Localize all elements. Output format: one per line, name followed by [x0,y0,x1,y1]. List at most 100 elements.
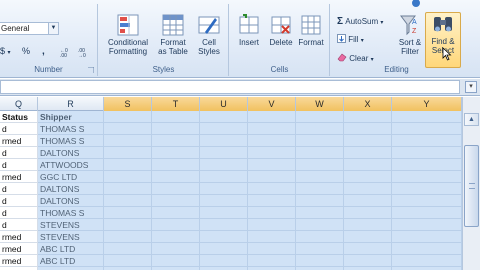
empty-cell[interactable] [104,147,152,159]
shipper-cell[interactable]: THOMAS S [38,123,104,135]
status-cell[interactable]: rmed [0,255,38,267]
empty-cell[interactable] [344,195,392,207]
clear-button[interactable]: Clear ▾ [337,53,374,63]
empty-cell[interactable] [200,159,248,171]
empty-cell[interactable] [248,207,296,219]
empty-cell[interactable] [248,147,296,159]
empty-cell[interactable] [152,123,200,135]
shipper-cell[interactable]: THOMAS S [38,135,104,147]
shipper-cell[interactable]: ATTWOODS [38,159,104,171]
empty-cell[interactable] [296,255,344,267]
empty-cell[interactable] [296,183,344,195]
empty-cell[interactable] [392,159,462,171]
scrollbar-thumb[interactable] [464,145,479,227]
shipper-cell[interactable]: STEVENS [38,231,104,243]
column-header-w[interactable]: W [296,97,344,111]
empty-cell[interactable] [392,243,462,255]
empty-cell[interactable] [104,207,152,219]
delete-button[interactable]: Delete [264,14,298,66]
status-cell[interactable]: d [0,159,38,171]
empty-cell[interactable] [344,255,392,267]
empty-cell[interactable] [344,207,392,219]
empty-cell[interactable] [248,111,296,123]
shipper-header[interactable]: Shipper [38,111,104,123]
format-as-table-button[interactable]: Format as Table [151,14,195,66]
formula-input[interactable] [0,80,460,94]
expand-formula-bar-icon[interactable]: ▾ [465,81,477,93]
empty-cell[interactable] [392,255,462,267]
empty-cell[interactable] [248,123,296,135]
empty-cell[interactable] [248,183,296,195]
comma-style-button[interactable]: , [42,46,45,57]
status-cell[interactable]: d [0,219,38,231]
empty-cell[interactable] [296,111,344,123]
empty-cell[interactable] [296,147,344,159]
empty-cell[interactable] [104,171,152,183]
empty-cell[interactable] [344,171,392,183]
empty-cell[interactable] [200,147,248,159]
empty-cell[interactable] [104,231,152,243]
empty-cell[interactable] [152,219,200,231]
empty-cell[interactable] [296,243,344,255]
percent-button[interactable]: % [22,46,30,56]
empty-cell[interactable] [344,183,392,195]
empty-cell[interactable] [392,111,462,123]
column-header-v[interactable]: V [248,97,296,111]
chevron-down-icon[interactable]: ▼ [48,22,59,35]
status-cell[interactable]: d [0,207,38,219]
empty-cell[interactable] [104,219,152,231]
empty-cell[interactable] [296,135,344,147]
empty-cell[interactable] [104,255,152,267]
column-header-y[interactable]: Y [392,97,462,111]
shipper-cell[interactable]: THOMAS S [38,207,104,219]
empty-cell[interactable] [248,171,296,183]
column-header-s[interactable]: S [104,97,152,111]
empty-cell[interactable] [152,147,200,159]
empty-cell[interactable] [152,135,200,147]
empty-cell[interactable] [152,111,200,123]
empty-cell[interactable] [248,243,296,255]
dialog-launcher-icon[interactable] [88,67,94,73]
status-cell[interactable]: rmed [0,231,38,243]
empty-cell[interactable] [296,231,344,243]
empty-cell[interactable] [200,195,248,207]
empty-cell[interactable] [104,183,152,195]
status-cell[interactable]: rmed [0,135,38,147]
empty-cell[interactable] [200,183,248,195]
shipper-cell[interactable]: DALTONS [38,183,104,195]
shipper-cell[interactable]: ABC LTD [38,255,104,267]
empty-cell[interactable] [152,195,200,207]
empty-cell[interactable] [344,243,392,255]
status-cell[interactable]: d [0,183,38,195]
column-header-r[interactable]: R [38,97,104,111]
empty-cell[interactable] [152,207,200,219]
empty-cell[interactable] [152,243,200,255]
empty-cell[interactable] [344,147,392,159]
shipper-cell[interactable]: ABC LTD [38,243,104,255]
empty-cell[interactable] [344,159,392,171]
empty-cell[interactable] [296,171,344,183]
empty-cell[interactable] [296,123,344,135]
status-cell[interactable]: d [0,195,38,207]
status-cell[interactable]: rmed [0,243,38,255]
empty-cell[interactable] [392,123,462,135]
empty-cell[interactable] [104,195,152,207]
status-cell[interactable]: rmed [0,171,38,183]
empty-cell[interactable] [296,207,344,219]
empty-cell[interactable] [248,195,296,207]
status-header[interactable]: Status [0,111,38,123]
column-header-q[interactable]: Q [0,97,38,111]
status-cell[interactable]: d [0,147,38,159]
empty-cell[interactable] [296,219,344,231]
empty-cell[interactable] [392,219,462,231]
empty-cell[interactable] [152,255,200,267]
fill-button[interactable]: Fill ▾ [337,34,364,44]
empty-cell[interactable] [200,111,248,123]
format-button[interactable]: Format [294,14,328,66]
empty-cell[interactable] [104,111,152,123]
decrease-decimal-icon[interactable]: .00 →0 [78,47,92,57]
status-cell[interactable]: d [0,123,38,135]
sort-filter-button[interactable]: A Z Sort & Filter [393,14,427,66]
empty-cell[interactable] [200,207,248,219]
empty-cell[interactable] [152,231,200,243]
